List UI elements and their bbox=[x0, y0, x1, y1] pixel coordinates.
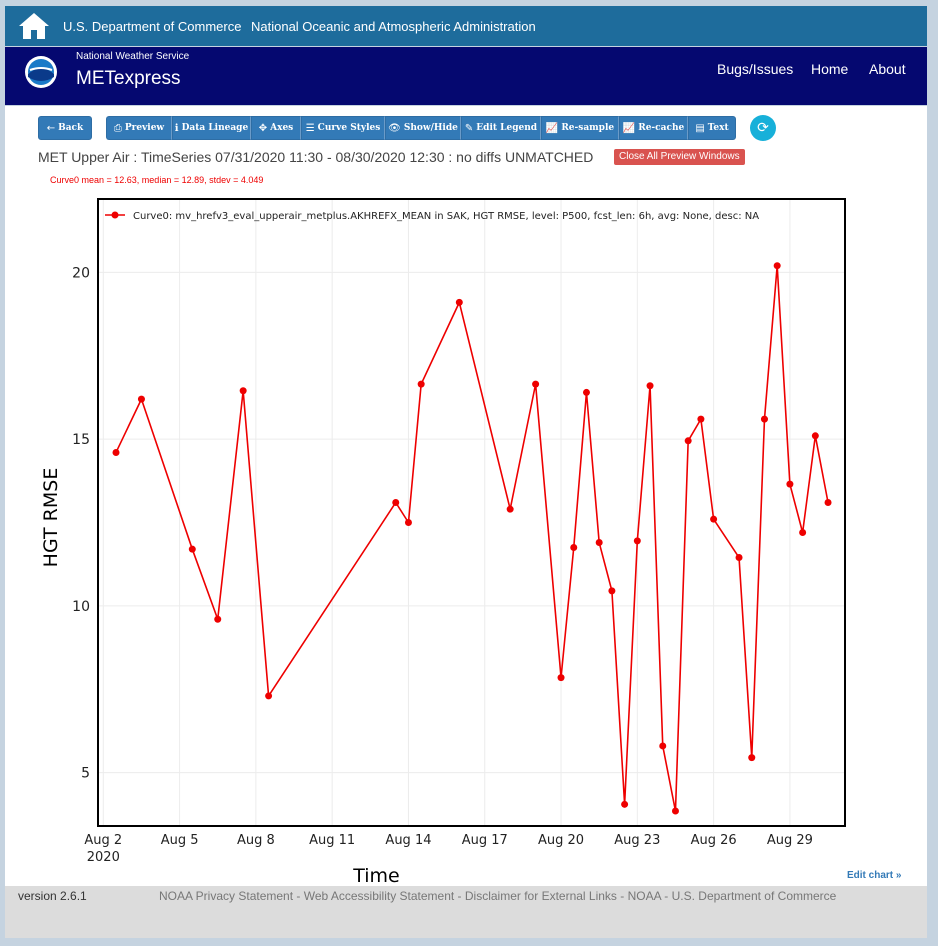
x-tick-label: Aug 2 bbox=[84, 833, 122, 848]
data-point bbox=[697, 415, 705, 423]
x-year-label: 2020 bbox=[87, 850, 120, 865]
data-point bbox=[659, 742, 667, 750]
y-axis-title: HGT RMSE bbox=[40, 468, 62, 568]
data-point bbox=[582, 388, 590, 396]
x-tick-label: Aug 29 bbox=[767, 833, 813, 848]
y-tick-label: 10 bbox=[72, 599, 90, 615]
data-point bbox=[455, 298, 463, 306]
version-text: version 2.6.1 bbox=[18, 889, 87, 903]
data-point bbox=[773, 262, 781, 270]
data-point bbox=[265, 692, 273, 700]
data-point bbox=[112, 448, 120, 456]
data-point bbox=[748, 754, 756, 762]
nav-about[interactable]: About bbox=[869, 61, 906, 77]
legend-label: Curve0: mv_hrefv3_eval_upperair_metplus.… bbox=[133, 211, 759, 222]
data-point bbox=[608, 587, 616, 595]
x-tick-label: Aug 17 bbox=[462, 833, 508, 848]
y-tick-label: 15 bbox=[72, 432, 90, 448]
series-line bbox=[115, 264, 829, 812]
footer: version 2.6.1 NOAA Privacy Statement - W… bbox=[5, 886, 927, 938]
x-tick-label: Aug 26 bbox=[691, 833, 737, 848]
data-point bbox=[646, 382, 654, 390]
data-point bbox=[506, 505, 514, 513]
data-point bbox=[633, 537, 641, 545]
data-point bbox=[417, 380, 425, 388]
data-point bbox=[811, 432, 819, 440]
edit-chart-link[interactable]: Edit chart » bbox=[847, 870, 901, 881]
data-point bbox=[557, 674, 565, 682]
data-point bbox=[684, 437, 692, 445]
data-point bbox=[239, 387, 247, 395]
y-tick-label: 20 bbox=[72, 265, 90, 281]
agency-link[interactable]: National Oceanic and Atmospheric Adminis… bbox=[251, 19, 536, 34]
navbar: National Weather Service METexpress Bugs… bbox=[5, 47, 927, 105]
x-tick-label: Aug 8 bbox=[237, 833, 275, 848]
data-point bbox=[621, 800, 629, 808]
legend-marker bbox=[111, 211, 119, 219]
data-point bbox=[570, 544, 578, 552]
nav-home[interactable]: Home bbox=[811, 61, 848, 77]
data-point bbox=[137, 395, 145, 403]
service-name: National Weather Service bbox=[76, 51, 190, 62]
nav-bugs-issues[interactable]: Bugs/Issues bbox=[717, 61, 793, 77]
data-point bbox=[799, 529, 807, 537]
agency-bar: U.S. Department of Commerce National Oce… bbox=[5, 6, 927, 46]
data-point bbox=[735, 554, 743, 562]
x-tick-label: Aug 5 bbox=[161, 833, 199, 848]
x-tick-label: Aug 14 bbox=[385, 833, 431, 848]
x-tick-label: Aug 11 bbox=[309, 833, 355, 848]
data-point bbox=[710, 515, 718, 523]
time-series-chart[interactable]: 5 10 15 20 Aug 2 2020 Aug 5 Aug 8 Aug 11 Aug 14 Au… bbox=[5, 106, 927, 886]
app-brand[interactable]: METexpress bbox=[76, 68, 181, 90]
dept-link[interactable]: U.S. Department of Commerce bbox=[63, 19, 241, 34]
footer-links[interactable]: NOAA Privacy Statement - Web Accessibili… bbox=[159, 889, 836, 903]
data-point bbox=[595, 539, 603, 547]
noaa-logo[interactable] bbox=[24, 55, 58, 89]
x-tick-label: Aug 23 bbox=[614, 833, 660, 848]
plot-frame bbox=[97, 198, 846, 827]
data-point bbox=[760, 415, 768, 423]
data-point bbox=[214, 615, 222, 623]
x-tick-label: Aug 20 bbox=[538, 833, 584, 848]
data-point bbox=[671, 807, 679, 815]
x-axis-title: Time bbox=[352, 865, 400, 886]
data-point bbox=[824, 498, 832, 506]
home-icon[interactable] bbox=[17, 11, 51, 41]
data-point bbox=[392, 498, 400, 506]
data-point bbox=[404, 519, 412, 527]
y-tick-label: 5 bbox=[81, 766, 90, 782]
data-point bbox=[786, 480, 794, 488]
data-point bbox=[188, 545, 196, 553]
data-point bbox=[532, 380, 540, 388]
main-content: ← Back ⎙ Preview ℹ Data Lineage ✥ Axes ☰… bbox=[5, 106, 927, 886]
